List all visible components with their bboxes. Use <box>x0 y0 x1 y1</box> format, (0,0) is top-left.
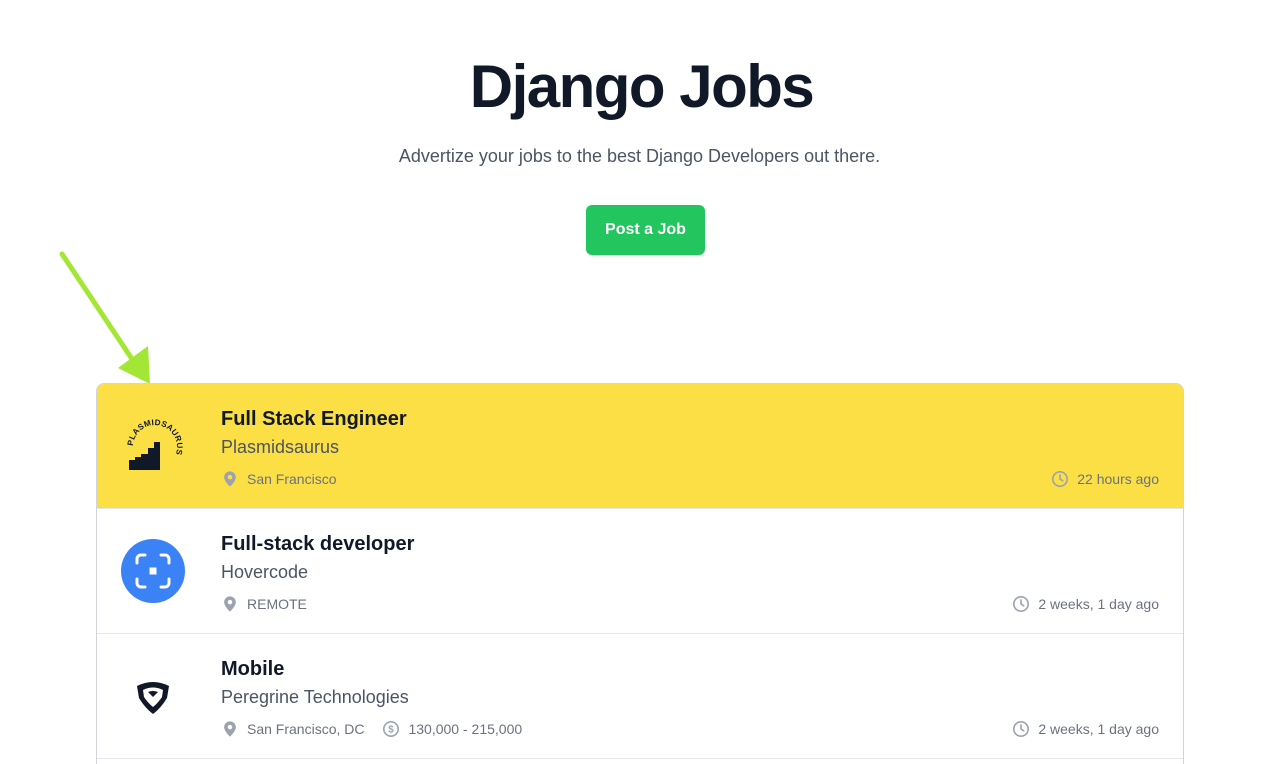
post-job-button[interactable]: Post a Job <box>586 205 705 255</box>
job-company: Peregrine Technologies <box>221 687 409 707</box>
annotation-arrow-icon <box>59 251 150 384</box>
hovercode-logo-icon <box>121 539 185 603</box>
job-meta: REMOTE <box>221 594 325 614</box>
job-meta: San Francisco, DC $ 130,000 - 215,000 <box>221 719 540 739</box>
job-posted-text: 22 hours ago <box>1077 471 1159 487</box>
page: Django Jobs Advertize your jobs to the b… <box>0 0 1283 764</box>
job-row[interactable]: Mobile Peregrine Technologies San Franci… <box>97 634 1183 759</box>
job-posted-text: 2 weeks, 1 day ago <box>1038 721 1159 737</box>
job-company: Plasmidsaurus <box>221 437 340 457</box>
dollar-circle-icon: $ <box>383 720 400 738</box>
job-location-text: San Francisco, DC <box>247 721 365 737</box>
map-pin-icon <box>224 721 236 737</box>
job-posted: 2 weeks, 1 day ago <box>1012 594 1159 614</box>
clock-icon <box>1013 720 1030 738</box>
job-title[interactable]: Mobile <box>221 658 284 681</box>
job-row-featured[interactable]: PLASMIDSAURUS Full Stack Engineer Plasmi… <box>97 384 1183 509</box>
job-row[interactable]: Full-stack developer Hovercode REMOTE 2 … <box>97 509 1183 634</box>
map-pin-icon <box>224 596 236 612</box>
job-title[interactable]: Full Stack Engineer <box>221 408 407 431</box>
map-pin-icon <box>224 471 236 487</box>
job-posted-text: 2 weeks, 1 day ago <box>1038 596 1159 612</box>
clock-icon <box>1052 470 1069 488</box>
job-location: REMOTE <box>221 595 307 613</box>
job-location: San Francisco <box>221 470 336 488</box>
svg-text:$: $ <box>389 725 395 736</box>
job-salary-text: 130,000 - 215,000 <box>408 721 523 737</box>
page-title: Django Jobs <box>469 53 815 120</box>
clock-icon <box>1013 595 1030 613</box>
job-posted: 22 hours ago <box>1051 469 1159 489</box>
peregrine-logo-icon <box>137 682 169 714</box>
job-meta: San Francisco <box>221 469 354 489</box>
job-company: Hovercode <box>221 562 309 582</box>
job-salary: $ 130,000 - 215,000 <box>382 720 522 738</box>
job-list: PLASMIDSAURUS Full Stack Engineer Plasmi… <box>96 383 1184 764</box>
job-location: San Francisco, DC <box>221 720 364 738</box>
plasmidsaurus-logo-icon: PLASMIDSAURUS <box>126 418 184 470</box>
job-posted: 2 weeks, 1 day ago <box>1012 719 1159 739</box>
job-location-text: REMOTE <box>247 596 307 612</box>
job-title[interactable]: Full-stack developer <box>221 533 414 556</box>
job-location-text: San Francisco <box>247 471 337 487</box>
page-subtitle: Advertize your jobs to the best Django D… <box>398 146 881 166</box>
